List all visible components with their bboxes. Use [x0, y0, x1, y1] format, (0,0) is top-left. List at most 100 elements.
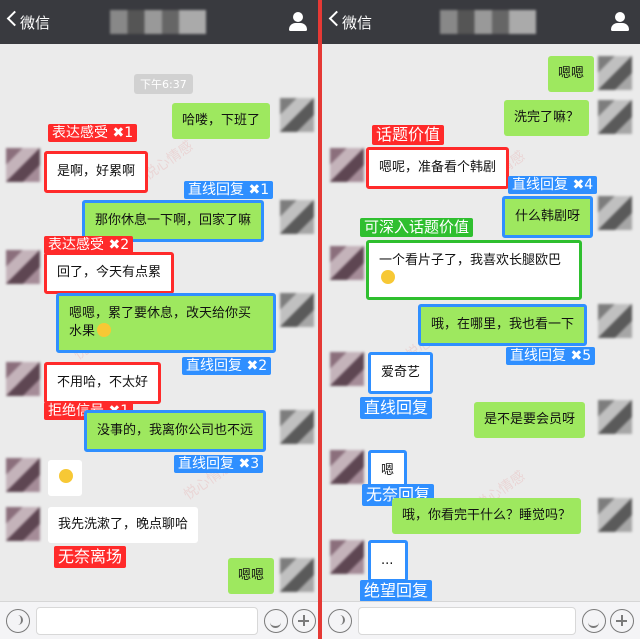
tag-label: 直线回复: [178, 456, 234, 472]
annotation-tag: 话题价值: [372, 125, 445, 145]
multiplier-icon: ✖: [570, 348, 583, 364]
voice-icon[interactable]: [6, 609, 30, 633]
message-in[interactable]: 爱奇艺: [368, 352, 434, 394]
annotation-tag: 表达感受 ✖1: [48, 124, 138, 142]
message-input[interactable]: [36, 607, 258, 635]
emoji-icon: [97, 323, 112, 337]
avatar-self[interactable]: [280, 200, 314, 234]
tag-count: 1: [124, 125, 134, 141]
message-text: 嗯嗯，累了要休息，改天给你买水果: [69, 306, 252, 339]
avatar-self[interactable]: [280, 98, 314, 132]
annotation-tag: 直线回复 ✖4: [508, 176, 598, 194]
tag-count: 2: [120, 237, 130, 253]
avatar-contact[interactable]: [330, 450, 364, 484]
avatar-contact[interactable]: [330, 540, 364, 574]
tag-label: 直线回复: [188, 182, 244, 198]
avatar-contact[interactable]: [6, 507, 40, 541]
message-in[interactable]: [48, 460, 82, 496]
avatar-self[interactable]: [598, 196, 632, 230]
tag-count: 2: [258, 358, 268, 374]
tag-count: 1: [260, 182, 270, 198]
back-label[interactable]: 微信: [342, 12, 372, 33]
tag-label: 可深入话题价值: [364, 218, 470, 236]
message-out[interactable]: 哦，在哪里，我也看一下: [418, 304, 588, 346]
back-label[interactable]: 微信: [20, 12, 50, 33]
tag-label: 直线回复: [512, 177, 568, 193]
multiplier-icon: ✖: [246, 358, 259, 374]
avatar-contact[interactable]: [6, 362, 40, 396]
chat-panel-left: 微信 下午6:37 悦心情感 悦心情感 悦心情感 哈喽，下班了 表达感受 ✖1 …: [0, 0, 318, 639]
message-in[interactable]: 我先洗漱了，晚点聊哈: [48, 507, 199, 543]
multiplier-icon: ✖: [248, 182, 261, 198]
annotation-tag: 可深入话题价值: [360, 218, 474, 237]
input-bar: [322, 601, 640, 639]
tag-count: 3: [250, 456, 260, 472]
smile-icon[interactable]: [264, 609, 288, 633]
message-out[interactable]: 没事的，我离你公司也不远: [84, 410, 267, 452]
multiplier-icon: ✖: [112, 125, 125, 141]
multiplier-icon: ✖: [572, 177, 585, 193]
message-out[interactable]: 洗完了嘛？: [504, 100, 590, 136]
message-in[interactable]: 一个看片子了，我喜欢长腿欧巴: [366, 240, 582, 300]
message-out[interactable]: 哈喽，下班了: [172, 103, 271, 139]
annotation-tag: 直线回复 ✖5: [506, 347, 596, 365]
top-bar: 微信: [322, 0, 640, 44]
avatar-contact[interactable]: [330, 246, 364, 280]
avatar-contact[interactable]: [330, 352, 364, 386]
message-input[interactable]: [358, 607, 576, 635]
message-out[interactable]: 哦，你看完干什么？睡觉吗？: [392, 498, 582, 534]
tag-label: 表达感受: [52, 125, 108, 141]
avatar-self[interactable]: [280, 558, 314, 592]
message-in[interactable]: 回了，今天有点累: [44, 252, 175, 294]
multiplier-icon: ✖: [238, 456, 251, 472]
message-in[interactable]: 是啊，好累啊: [44, 151, 149, 193]
message-in[interactable]: ...: [368, 540, 408, 582]
tag-label: 话题价值: [376, 125, 441, 144]
chat-panel-right: 微信 悦心情感 悦心情感 悦心情感 嗯嗯 洗完了嘛？ 话题价值 嗯呢，准备看个韩…: [322, 0, 640, 639]
tag-label: 直线回复: [186, 358, 242, 374]
multiplier-icon: ✖: [108, 237, 121, 253]
person-icon[interactable]: [610, 12, 630, 32]
message-in[interactable]: 不用哈，不太好: [44, 362, 162, 404]
annotation-tag: 绝望回复: [360, 580, 433, 602]
avatar-contact[interactable]: [6, 148, 40, 182]
avatar-self[interactable]: [598, 56, 632, 90]
message-in[interactable]: 嗯呢，准备看个韩剧: [366, 147, 510, 189]
annotation-tag: 直线回复 ✖3: [174, 455, 264, 473]
message-out[interactable]: 嗯嗯: [228, 558, 275, 594]
contact-name-blurred: [440, 10, 536, 34]
message-out[interactable]: 嗯嗯，累了要休息，改天给你买水果: [56, 293, 276, 353]
avatar-self[interactable]: [280, 293, 314, 327]
avatar-contact[interactable]: [330, 148, 364, 182]
tag-count: 4: [584, 177, 594, 193]
avatar-contact[interactable]: [6, 250, 40, 284]
voice-icon[interactable]: [328, 609, 352, 633]
tag-label: 表达感受: [48, 237, 104, 253]
plus-icon[interactable]: [292, 609, 316, 633]
avatar-self[interactable]: [598, 304, 632, 338]
avatar-self[interactable]: [598, 498, 632, 532]
input-bar: [0, 601, 318, 639]
tag-count: 5: [582, 348, 592, 364]
message-out[interactable]: 什么韩剧呀: [502, 196, 594, 238]
annotation-tag: 直线回复 ✖2: [182, 357, 272, 375]
tag-label: 直线回复: [364, 398, 429, 417]
tag-label: 无奈离场: [58, 547, 123, 566]
avatar-self[interactable]: [598, 100, 632, 134]
emoji-icon: [59, 469, 73, 483]
person-icon[interactable]: [288, 12, 308, 32]
annotation-tag: 直线回复 ✖1: [184, 181, 274, 199]
avatar-self[interactable]: [280, 410, 314, 444]
annotation-tag: 无奈离场: [54, 546, 127, 568]
avatar-contact[interactable]: [6, 458, 40, 492]
contact-name-blurred: [110, 10, 206, 34]
avatar-self[interactable]: [598, 400, 632, 434]
message-text: 一个看片子了，我喜欢长腿欧巴: [379, 253, 562, 268]
emoji-icon: [381, 270, 395, 284]
tag-label: 直线回复: [510, 348, 566, 364]
message-out[interactable]: 是不是要会员呀: [474, 402, 586, 438]
plus-icon[interactable]: [610, 609, 634, 633]
smile-icon[interactable]: [582, 609, 606, 633]
top-bar: 微信: [0, 0, 318, 44]
message-out[interactable]: 嗯嗯: [548, 56, 595, 92]
